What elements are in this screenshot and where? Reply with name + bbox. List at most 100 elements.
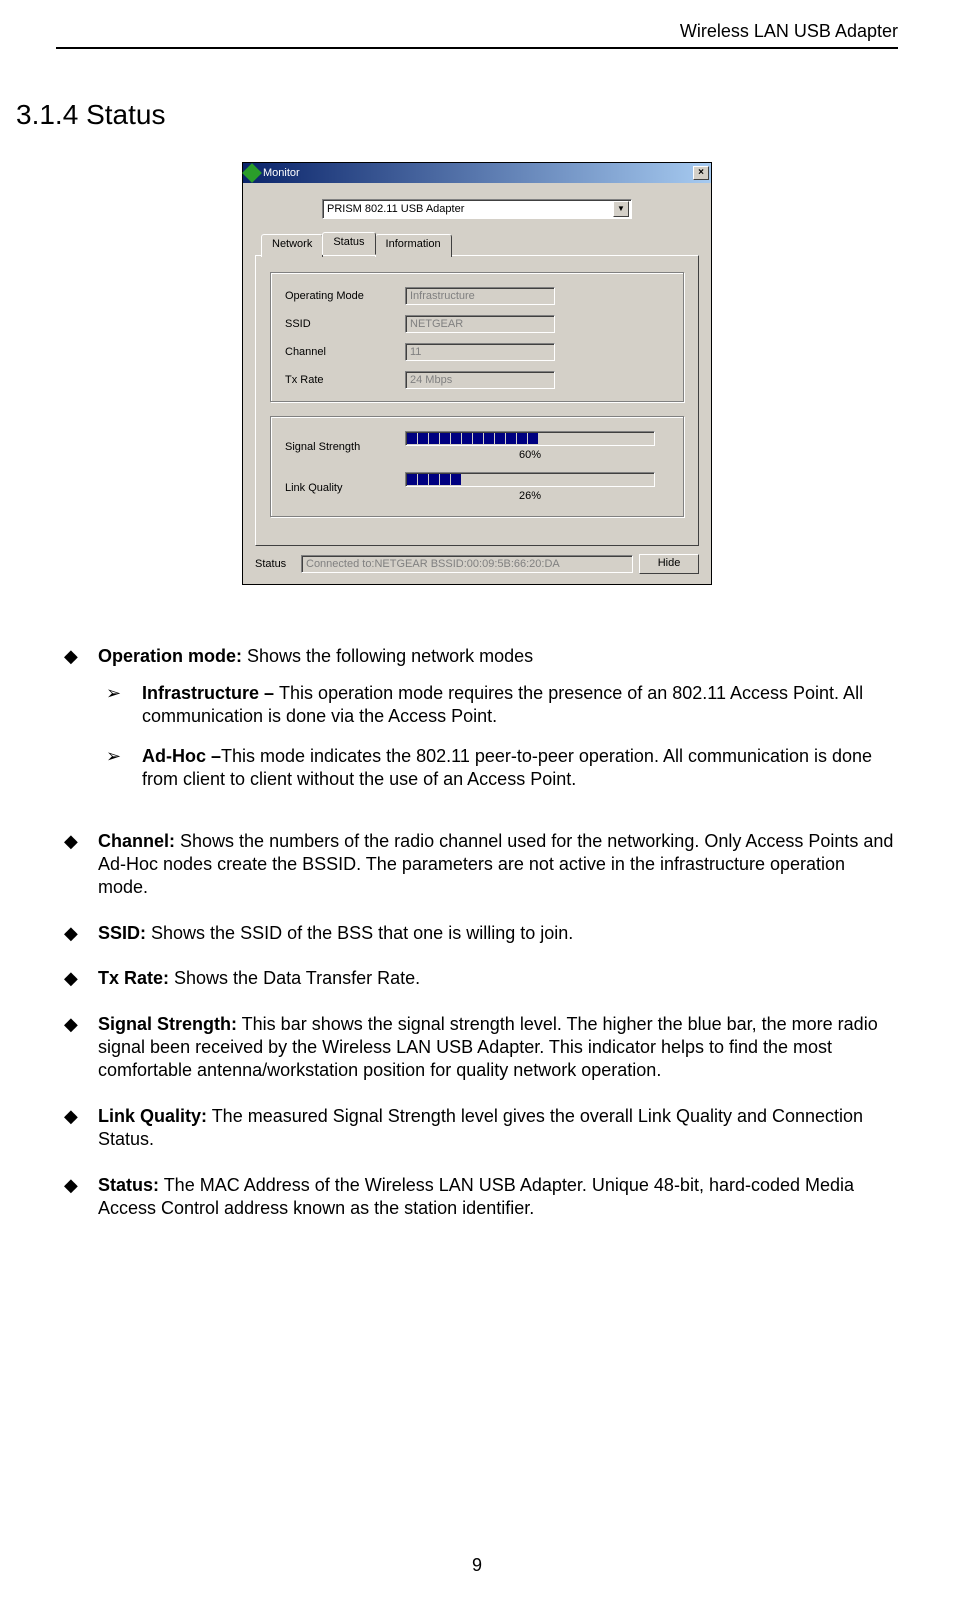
bar-segment xyxy=(462,474,472,485)
tab-panel: Operating Mode Infrastructure SSID NETGE… xyxy=(255,255,699,546)
tabs: Network Status Information xyxy=(261,233,699,256)
op-mode-text: Shows the following network modes xyxy=(242,646,533,666)
bar-segment xyxy=(583,433,593,444)
desc-link-quality: ◆ Link Quality: The measured Signal Stre… xyxy=(64,1105,898,1152)
bar-segment xyxy=(539,474,549,485)
status-label: Status xyxy=(255,557,295,571)
diamond-icon: ◆ xyxy=(64,1013,98,1083)
bar-segment xyxy=(517,433,527,444)
channel-label: Channel xyxy=(285,345,405,359)
status-text: The MAC Address of the Wireless LAN USB … xyxy=(98,1175,854,1218)
diamond-icon: ◆ xyxy=(64,922,98,945)
chevron-icon: ➢ xyxy=(106,682,142,729)
op-mode-bold: Operation mode: xyxy=(98,646,242,666)
status-fields-group: Operating Mode Infrastructure SSID NETGE… xyxy=(270,272,684,402)
bar-segment xyxy=(484,433,494,444)
ssid-text: Shows the SSID of the BSS that one is wi… xyxy=(146,923,573,943)
bar-segment xyxy=(429,474,439,485)
diamond-icon: ◆ xyxy=(64,645,98,808)
adapter-select[interactable]: PRISM 802.11 USB Adapter ▼ xyxy=(322,199,632,219)
link-quality-bar xyxy=(405,472,655,487)
desc-tx-rate: ◆ Tx Rate: Shows the Data Transfer Rate. xyxy=(64,967,898,990)
signal-strength-percent: 60% xyxy=(405,448,655,462)
section-number: 3.1.4 xyxy=(16,99,78,130)
bar-segment xyxy=(517,474,527,485)
link-quality-percent: 26% xyxy=(405,489,655,503)
page-number: 9 xyxy=(0,1554,954,1577)
channel-text: Shows the numbers of the radio channel u… xyxy=(98,831,893,898)
bar-segment xyxy=(539,433,549,444)
tab-information[interactable]: Information xyxy=(375,234,452,257)
bar-segment xyxy=(583,474,593,485)
signal-strength-label: Signal Strength xyxy=(285,440,405,454)
section-title: 3.1.4 Status xyxy=(16,97,898,133)
tx-rate-label: Tx Rate xyxy=(285,373,405,387)
bar-segment xyxy=(462,433,472,444)
adapter-selected: PRISM 802.11 USB Adapter xyxy=(327,202,464,216)
bar-segment xyxy=(473,433,483,444)
titlebar: Monitor × xyxy=(243,163,711,183)
bar-segment xyxy=(506,474,516,485)
adhoc-text: This mode indicates the 802.11 peer-to-p… xyxy=(142,746,872,789)
bar-segment xyxy=(561,433,571,444)
link-text: The measured Signal Strength level gives… xyxy=(98,1106,863,1149)
bar-segment xyxy=(451,474,461,485)
chevron-down-icon[interactable]: ▼ xyxy=(613,201,629,217)
desc-signal-strength: ◆ Signal Strength: This bar shows the si… xyxy=(64,1013,898,1083)
section-name: Status xyxy=(86,99,165,130)
header-rule xyxy=(56,47,898,49)
app-icon xyxy=(242,163,262,183)
bar-segment xyxy=(605,433,615,444)
bar-segment xyxy=(528,433,538,444)
bar-segment xyxy=(473,474,483,485)
bar-segment xyxy=(572,433,582,444)
tx-rate-value: 24 Mbps xyxy=(405,371,555,389)
infra-bold: Infrastructure – xyxy=(142,683,279,703)
bar-segment xyxy=(418,474,428,485)
diamond-icon: ◆ xyxy=(64,1105,98,1152)
status-bold: Status: xyxy=(98,1175,159,1195)
adhoc-bold: Ad-Hoc – xyxy=(142,746,221,766)
tab-status[interactable]: Status xyxy=(322,232,375,255)
desc-ssid: ◆ SSID: Shows the SSID of the BSS that o… xyxy=(64,922,898,945)
bar-segment xyxy=(506,433,516,444)
bar-segment xyxy=(594,433,604,444)
operating-mode-label: Operating Mode xyxy=(285,289,405,303)
hide-button[interactable]: Hide xyxy=(639,554,699,574)
description-list: ◆ Operation mode: Shows the following ne… xyxy=(56,645,898,1221)
bar-segment xyxy=(418,433,428,444)
desc-channel: ◆ Channel: Shows the numbers of the radi… xyxy=(64,830,898,900)
status-value: Connected to:NETGEAR BSSID:00:09:5B:66:2… xyxy=(301,555,633,573)
bar-segment xyxy=(440,433,450,444)
desc-status: ◆ Status: The MAC Address of the Wireles… xyxy=(64,1174,898,1221)
link-quality-label: Link Quality xyxy=(285,481,405,495)
bar-segment xyxy=(528,474,538,485)
bar-segment xyxy=(605,474,615,485)
bar-segment xyxy=(451,433,461,444)
signal-bold: Signal Strength: xyxy=(98,1014,237,1034)
bar-segment xyxy=(407,474,417,485)
tx-text: Shows the Data Transfer Rate. xyxy=(169,968,420,988)
bars-group: Signal Strength 60% Link Quality 26% xyxy=(270,416,684,517)
bar-segment xyxy=(550,474,560,485)
bar-segment xyxy=(429,433,439,444)
bar-segment xyxy=(495,433,505,444)
bar-segment xyxy=(484,474,494,485)
desc-adhoc: ➢ Ad-Hoc –This mode indicates the 802.11… xyxy=(106,745,898,792)
desc-operation-mode: ◆ Operation mode: Shows the following ne… xyxy=(64,645,898,808)
bar-segment xyxy=(616,474,626,485)
ssid-value: NETGEAR xyxy=(405,315,555,333)
bar-segment xyxy=(561,474,571,485)
monitor-window: Monitor × PRISM 802.11 USB Adapter ▼ Net… xyxy=(242,162,712,585)
bar-segment xyxy=(594,474,604,485)
operating-mode-value: Infrastructure xyxy=(405,287,555,305)
tab-network[interactable]: Network xyxy=(261,234,323,257)
close-icon[interactable]: × xyxy=(693,166,709,180)
window-title: Monitor xyxy=(263,166,693,180)
diamond-icon: ◆ xyxy=(64,1174,98,1221)
bar-segment xyxy=(572,474,582,485)
bar-segment xyxy=(616,433,626,444)
diamond-icon: ◆ xyxy=(64,967,98,990)
ssid-label: SSID xyxy=(285,317,405,331)
signal-strength-bar xyxy=(405,431,655,446)
